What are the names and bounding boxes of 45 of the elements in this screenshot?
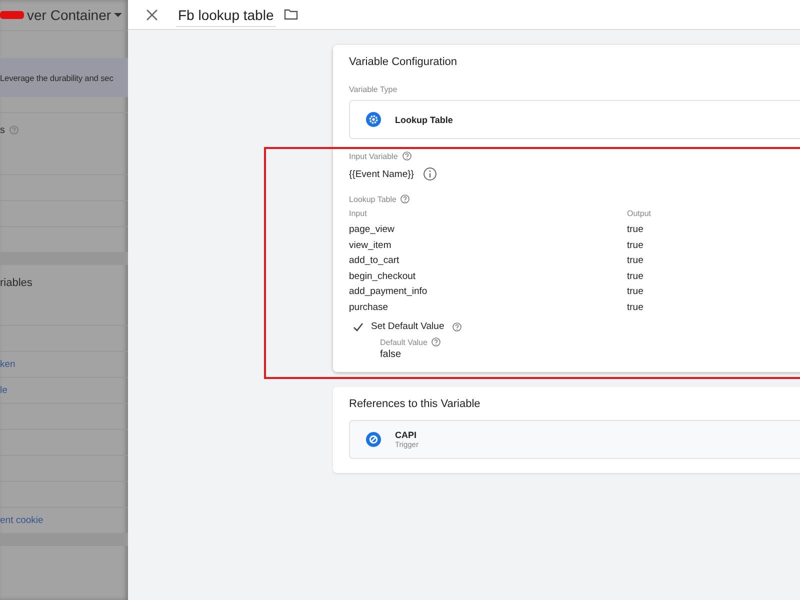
table-cell-text: true bbox=[627, 270, 644, 284]
column-header: Input bbox=[349, 209, 368, 220]
table-cell-text: begin_checkout bbox=[349, 270, 417, 284]
field-label: Lookup Table bbox=[349, 194, 396, 204]
table-cell-text: true bbox=[627, 300, 644, 314]
table-cell-text: true bbox=[627, 238, 644, 252]
variable-link[interactable]: le bbox=[0, 385, 8, 396]
table-cell-text: add_payment_info bbox=[349, 285, 428, 299]
help-icon[interactable] bbox=[400, 194, 410, 204]
trigger-name: CAPI bbox=[395, 430, 418, 440]
close-icon[interactable] bbox=[146, 8, 158, 20]
help-icon[interactable] bbox=[402, 151, 412, 161]
field-label: Variable Type bbox=[349, 85, 398, 94]
trigger-icon bbox=[366, 432, 381, 447]
variable-name-field[interactable]: Fb lookup table bbox=[176, 6, 276, 26]
redaction-mark bbox=[0, 11, 24, 19]
table-cell-text: true bbox=[627, 254, 644, 268]
container-name[interactable]: ver Container bbox=[0, 7, 122, 23]
info-icon[interactable] bbox=[422, 167, 437, 181]
section-heading: riables bbox=[0, 277, 32, 289]
table-cell-text: purchase bbox=[349, 300, 390, 314]
card-title: Variable Configuration bbox=[349, 56, 458, 68]
help-icon[interactable] bbox=[452, 322, 462, 332]
variable-link[interactable]: ent cookie bbox=[0, 515, 44, 526]
folder-icon[interactable] bbox=[284, 9, 298, 20]
info-banner: Leverage the durability and sec bbox=[0, 58, 128, 97]
table-cell-text: page_view bbox=[349, 223, 396, 237]
column-header: Output bbox=[627, 209, 652, 220]
input-variable-value: {{Event Name}} bbox=[349, 168, 414, 180]
help-icon[interactable] bbox=[431, 337, 442, 347]
table-cell-text: true bbox=[627, 285, 644, 299]
default-value: false bbox=[380, 349, 402, 360]
variable-type-selector[interactable]: Lookup Table bbox=[349, 100, 800, 139]
table-cell-text: true bbox=[627, 223, 644, 237]
option-label: Set Default Value bbox=[371, 321, 444, 332]
variable-link[interactable]: ken bbox=[0, 359, 16, 370]
section-heading: s bbox=[0, 125, 5, 138]
card-title: References to this Variable bbox=[349, 398, 482, 410]
field-label: Input Variable bbox=[349, 152, 398, 160]
table-cell-text: add_to_cart bbox=[349, 254, 400, 268]
gear-icon bbox=[366, 112, 381, 127]
field-label: Default Value bbox=[380, 338, 428, 346]
checkmark-icon[interactable] bbox=[353, 322, 363, 332]
caret-icon[interactable] bbox=[114, 13, 122, 17]
table-cell-text: view_item bbox=[349, 238, 392, 252]
